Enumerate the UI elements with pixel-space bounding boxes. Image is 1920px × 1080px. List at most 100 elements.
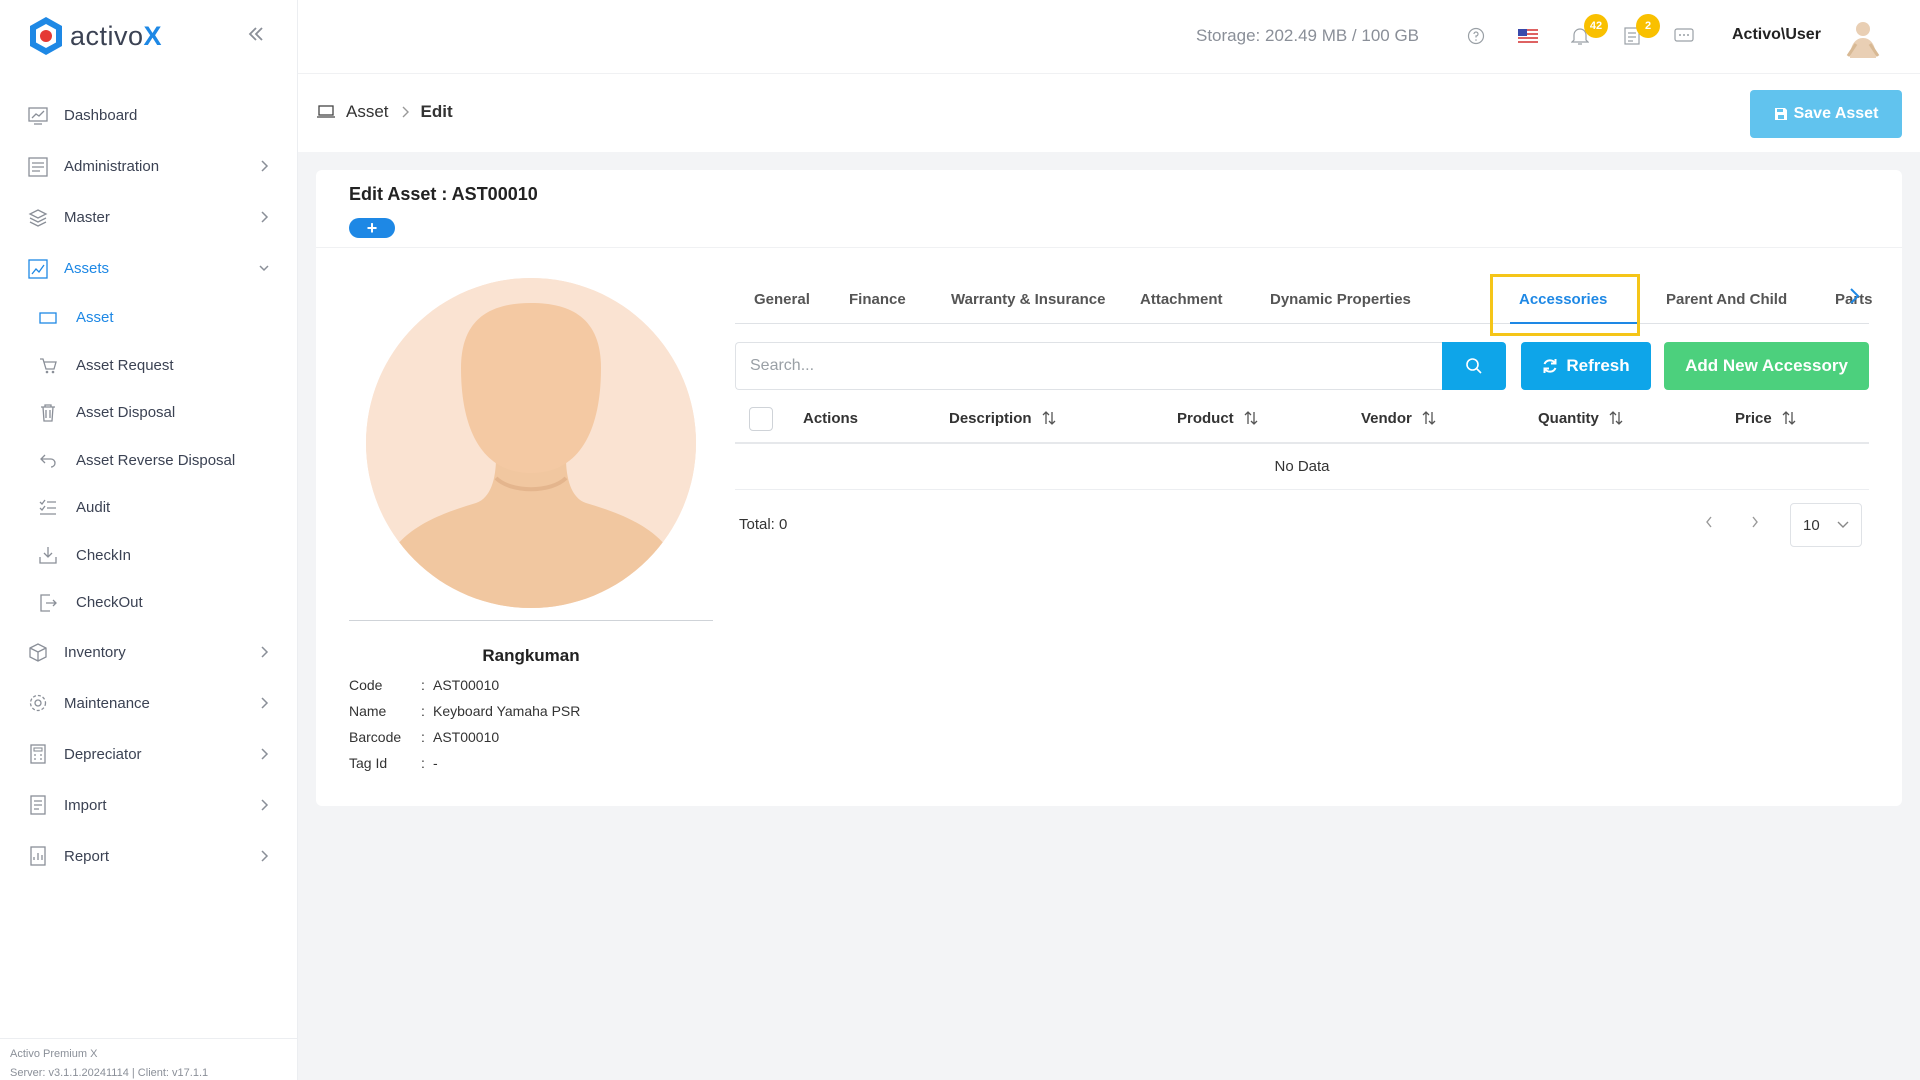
sidebar-subitem-label: CheckOut bbox=[76, 594, 143, 612]
divider bbox=[349, 620, 713, 621]
list-icon bbox=[28, 156, 48, 177]
tab-attachment[interactable]: Attachment bbox=[1140, 274, 1223, 324]
tasks-badge: 2 bbox=[1636, 14, 1660, 38]
column-description[interactable]: Description bbox=[949, 392, 1056, 444]
sidebar-subitem-asset[interactable]: Asset bbox=[0, 294, 298, 342]
asset-board-icon bbox=[28, 258, 48, 279]
search-input[interactable] bbox=[735, 342, 1442, 390]
user-name[interactable]: Activo\User bbox=[1732, 26, 1821, 44]
refresh-button[interactable]: Refresh bbox=[1521, 342, 1651, 390]
chat-icon[interactable] bbox=[1672, 24, 1696, 48]
asset-photo-placeholder[interactable] bbox=[366, 278, 696, 608]
sidebar-item-import[interactable]: Import bbox=[0, 780, 298, 831]
column-product[interactable]: Product bbox=[1177, 392, 1258, 444]
laptop-icon bbox=[38, 308, 58, 328]
sidebar-subitem-label: Asset bbox=[76, 309, 114, 327]
breadcrumb-asset[interactable]: Asset bbox=[346, 102, 389, 122]
save-icon bbox=[1774, 108, 1787, 120]
sidebar-item-administration[interactable]: Administration bbox=[0, 141, 298, 192]
summary-row-name: Name: Keyboard Yamaha PSR bbox=[349, 703, 581, 719]
chevron-right-icon bbox=[261, 211, 269, 223]
sort-icon[interactable] bbox=[1422, 410, 1436, 426]
sidebar-item-depreciator[interactable]: Depreciator bbox=[0, 729, 298, 780]
summary-value: - bbox=[433, 755, 438, 771]
next-page-icon[interactable] bbox=[1744, 510, 1766, 534]
prev-page-icon[interactable] bbox=[1698, 510, 1720, 534]
sidebar-item-label: Import bbox=[64, 796, 107, 814]
sidebar-subitem-checkout[interactable]: CheckOut bbox=[0, 579, 298, 627]
save-asset-label: Save Asset bbox=[1793, 105, 1879, 122]
checklist-icon bbox=[38, 498, 58, 518]
sidebar-subitem-label: Asset Request bbox=[76, 356, 174, 374]
brand-name: activoX bbox=[70, 20, 163, 51]
gear-icon bbox=[28, 693, 48, 713]
breadcrumb-bar: Asset Edit Save Asset bbox=[298, 74, 1920, 152]
select-all-checkbox[interactable] bbox=[749, 407, 773, 431]
page-size-select[interactable]: 10 bbox=[1790, 503, 1862, 547]
summary-row-barcode: Barcode: AST00010 bbox=[349, 729, 500, 745]
sort-icon[interactable] bbox=[1609, 410, 1623, 426]
report-icon bbox=[28, 846, 48, 866]
breadcrumb: Asset Edit bbox=[316, 102, 453, 122]
accessories-table: Actions Description Product Vendor Quant… bbox=[735, 392, 1869, 490]
sidebar-subitem-asset-disposal[interactable]: Asset Disposal bbox=[0, 389, 298, 437]
tab-dynamic-properties[interactable]: Dynamic Properties bbox=[1270, 274, 1411, 324]
tab-parent-and-child[interactable]: Parent And Child bbox=[1666, 274, 1787, 324]
page-title: Edit Asset : AST00010 bbox=[349, 184, 538, 204]
tab-finance[interactable]: Finance bbox=[849, 274, 906, 324]
tab-warranty-insurance[interactable]: Warranty & Insurance bbox=[951, 274, 1106, 324]
sidebar-subitem-audit[interactable]: Audit bbox=[0, 484, 298, 532]
tab-general[interactable]: General bbox=[754, 274, 810, 324]
chevron-right-icon bbox=[261, 747, 269, 760]
sidebar-item-dashboard[interactable]: Dashboard bbox=[0, 90, 298, 141]
refresh-icon bbox=[1543, 359, 1557, 373]
add-new-accessory-button[interactable]: Add New Accessory bbox=[1664, 342, 1869, 390]
summary-key: Name bbox=[349, 703, 387, 719]
sidebar-item-report[interactable]: Report bbox=[0, 831, 298, 882]
sidebar-item-label: Assets bbox=[64, 260, 110, 277]
collapse-sidebar-icon[interactable] bbox=[244, 22, 268, 46]
tasks-icon[interactable]: 2 bbox=[1620, 14, 1660, 48]
trash-icon bbox=[38, 403, 58, 423]
chevron-right-icon bbox=[261, 849, 269, 862]
card-header: Edit Asset : AST00010 + bbox=[316, 170, 1902, 248]
us-flag-icon[interactable] bbox=[1516, 24, 1540, 48]
column-quantity[interactable]: Quantity bbox=[1538, 392, 1623, 444]
sort-icon[interactable] bbox=[1782, 410, 1796, 426]
storage-usage: Storage: 202.49 MB / 100 GB bbox=[1196, 26, 1420, 45]
sidebar-subitem-asset-reverse-disposal[interactable]: Asset Reverse Disposal bbox=[0, 437, 298, 485]
summary-value: AST00010 bbox=[433, 677, 500, 693]
download-icon bbox=[38, 545, 58, 565]
chevron-down-icon bbox=[1837, 521, 1849, 528]
tab-highlight-box bbox=[1490, 274, 1640, 336]
summary-key: Tag Id bbox=[349, 755, 388, 771]
search-button[interactable] bbox=[1442, 342, 1506, 390]
sidebar-item-label: Maintenance bbox=[64, 694, 150, 712]
tabs-next-icon[interactable] bbox=[1844, 282, 1864, 310]
sidebar-item-assets[interactable]: Assets bbox=[0, 243, 298, 294]
chevron-right-icon bbox=[261, 696, 269, 709]
laptop-icon bbox=[317, 105, 335, 118]
user-avatar[interactable] bbox=[1844, 18, 1882, 58]
help-icon[interactable] bbox=[1464, 24, 1488, 48]
total-count: Total: 0 bbox=[739, 516, 788, 533]
column-price[interactable]: Price bbox=[1735, 392, 1796, 444]
version-footer: Activo Premium X Server: v3.1.1.20241114… bbox=[0, 1038, 298, 1080]
column-vendor[interactable]: Vendor bbox=[1361, 392, 1436, 444]
save-asset-button[interactable]: Save Asset bbox=[1750, 90, 1902, 138]
logo-hexagon-icon bbox=[30, 17, 62, 55]
add-button[interactable]: + bbox=[349, 218, 395, 238]
summary-title: Rangkuman bbox=[482, 646, 580, 665]
sidebar-subitem-asset-request[interactable]: Asset Request bbox=[0, 342, 298, 390]
sort-icon[interactable] bbox=[1244, 410, 1258, 426]
breadcrumb-current: Edit bbox=[420, 102, 453, 121]
search-icon bbox=[1466, 358, 1482, 374]
sidebar-item-master[interactable]: Master bbox=[0, 192, 298, 243]
column-actions: Actions bbox=[803, 409, 859, 427]
notification-bell-icon[interactable]: 42 bbox=[1568, 14, 1608, 48]
sidebar-item-inventory[interactable]: Inventory bbox=[0, 627, 298, 678]
sidebar-subitem-checkin[interactable]: CheckIn bbox=[0, 532, 298, 580]
sort-icon[interactable] bbox=[1042, 410, 1056, 426]
sidebar-item-maintenance[interactable]: Maintenance bbox=[0, 678, 298, 729]
logo[interactable]: activoX bbox=[28, 16, 162, 56]
